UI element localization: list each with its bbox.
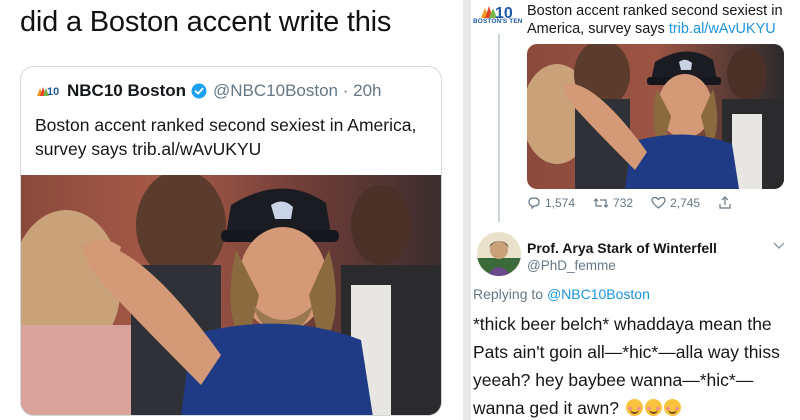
svg-text:10: 10: [47, 86, 59, 98]
blushing-face-icon: [663, 399, 681, 416]
tweet-action-bar: 1,574 732 2,745: [527, 196, 754, 210]
like-action[interactable]: 2,745: [651, 196, 700, 210]
replying-to-link[interactable]: @NBC10Boston: [547, 286, 650, 302]
quoted-tweet-card[interactable]: 10 NBC10 Boston @NBC10Boston · 20h Bosto…: [20, 66, 442, 416]
retweet-count: 732: [613, 196, 634, 210]
retweet-icon: [593, 198, 609, 208]
logo-caption: BOSTON'S TEN: [473, 18, 523, 25]
verified-badge-icon: [191, 83, 207, 99]
tweet-photo[interactable]: [21, 175, 442, 416]
blushing-face-icon: [644, 399, 662, 416]
meme-caption: did a Boston accent write this: [20, 6, 392, 38]
quoted-handle-time[interactable]: @NBC10Boston · 20h: [213, 81, 381, 101]
chevron-down-icon[interactable]: [773, 242, 785, 250]
replying-prefix: Replying to: [473, 286, 544, 302]
quoted-account-name[interactable]: NBC10 Boston: [67, 81, 186, 101]
tweet-text: Boston accent ranked second sexiest in A…: [527, 2, 797, 38]
nbc10-logo-icon: 10: [37, 86, 59, 98]
reply-icon: [528, 197, 540, 210]
retweet-action[interactable]: 732: [593, 196, 633, 210]
right-screenshot: 10 BOSTON'S TEN Boston accent ranked sec…: [471, 0, 800, 420]
reply-count: 1,574: [545, 196, 576, 210]
quoted-tweet-text: Boston accent ranked second sexiest in A…: [35, 115, 417, 159]
reply-author-handle[interactable]: @PhD_femme: [527, 258, 616, 273]
avatar[interactable]: [477, 232, 521, 276]
like-count: 2,745: [670, 196, 701, 210]
quoted-tweet-header: 10 NBC10 Boston @NBC10Boston · 20h: [35, 81, 381, 101]
tweet-link[interactable]: trib.al/wAvUKYU: [669, 21, 776, 37]
reply-author-name[interactable]: Prof. Arya Stark of Winterfell: [527, 240, 717, 256]
blushing-face-icon: [625, 399, 643, 416]
share-icon: [719, 196, 731, 209]
reply-action[interactable]: 1,574: [527, 196, 575, 210]
left-screenshot: did a Boston accent write this 10 NBC10 …: [0, 0, 463, 420]
heart-icon: [651, 196, 666, 209]
replying-to: Replying to @NBC10Boston: [473, 286, 650, 302]
panel-divider: [463, 0, 471, 420]
thread-line: [498, 34, 500, 222]
share-action[interactable]: [718, 196, 736, 210]
reply-text: *thick beer belch* whaddaya mean the Pat…: [473, 310, 795, 420]
tweet-photo[interactable]: [527, 44, 784, 189]
